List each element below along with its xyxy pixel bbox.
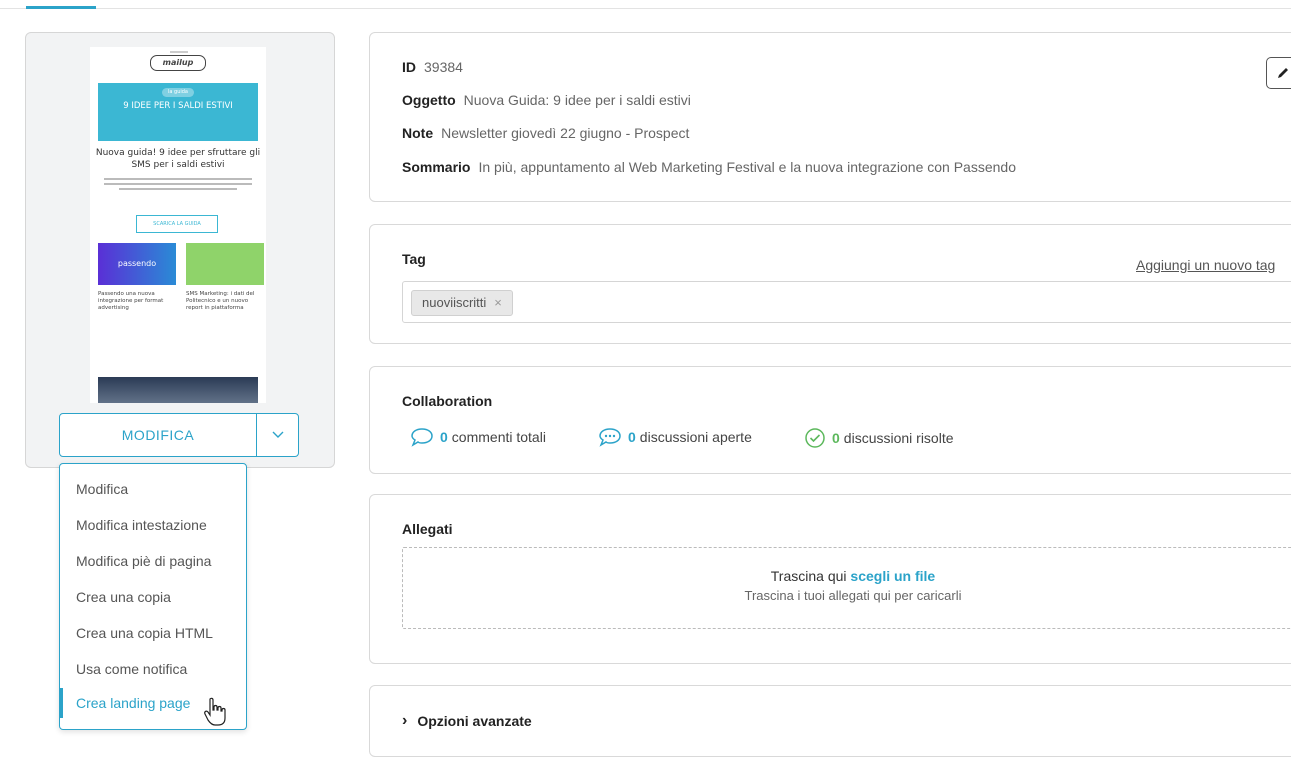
banner-pill: la guida (162, 88, 194, 97)
resolved-discussions-count: 0 (832, 430, 840, 446)
edit-button[interactable] (1266, 57, 1291, 89)
tag-chip: nuoviiscritti × (411, 290, 513, 316)
remove-tag-icon[interactable]: × (494, 291, 502, 315)
open-discussions-count: 0 (628, 429, 636, 445)
modifica-dropdown-menu: Modifica Modifica intestazione Modifica … (59, 463, 247, 730)
tag-chip-label: nuoviiscritti (422, 295, 487, 310)
newsletter-thumbnail[interactable]: mailup la guida 9 IDEE PER I SALDI ESTIV… (90, 47, 266, 403)
pencil-icon (1278, 68, 1288, 78)
summary-row: Sommario In più, appuntamento al Web Mark… (402, 159, 1016, 175)
id-value: 39384 (424, 59, 463, 75)
active-tab-indicator (26, 6, 96, 9)
advanced-options-label: Opzioni avanzate (417, 713, 532, 729)
modifica-button[interactable]: MODIFICA (60, 414, 256, 456)
note-label: Note (402, 125, 434, 141)
chevron-right-icon: › (402, 712, 408, 729)
menu-item-modifica-pie-di-pagina[interactable]: Modifica piè di pagina (60, 546, 246, 576)
subject-label: Oggetto (402, 92, 456, 108)
banner-title: 9 IDEE PER I SALDI ESTIVI (123, 101, 233, 111)
open-discussions-stat[interactable]: 0 discussioni aperte (598, 427, 752, 447)
dropzone-hint: Trascina i tuoi allegati qui per caricar… (744, 588, 962, 603)
mailup-logo: mailup (150, 55, 206, 71)
menu-item-modifica-intestazione[interactable]: Modifica intestazione (60, 510, 246, 540)
discussion-icon (599, 428, 621, 447)
note-value: Newsletter giovedì 22 giugno - Prospect (441, 125, 690, 141)
id-label: ID (402, 59, 416, 75)
menu-item-usa-come-notifica[interactable]: Usa come notifica (60, 654, 246, 684)
subject-row: Oggetto Nuova Guida: 9 idee per i saldi e… (402, 92, 691, 108)
comments-label: commenti totali (451, 429, 546, 445)
menu-item-modifica[interactable]: Modifica (60, 474, 246, 504)
preview-photo (98, 377, 258, 403)
preview-cta: SCARICA LA GUIDA (136, 215, 218, 233)
id-row: ID 39384 (402, 59, 463, 75)
note-row: Note Newsletter giovedì 22 giugno - Prosp… (402, 125, 689, 141)
newsletter-preview-card: mailup la guida 9 IDEE PER I SALDI ESTIV… (25, 32, 335, 468)
collaboration-title: Collaboration (402, 393, 493, 409)
modifica-split-button: MODIFICA (59, 413, 299, 457)
tag-card: Tag Aggiungi un nuovo tag nuoviiscritti … (369, 224, 1291, 344)
file-dropzone[interactable]: Trascina qui scegli un file Trascina i t… (402, 547, 1291, 629)
sms-image (186, 243, 264, 285)
dropzone-prefix: Trascina qui (770, 568, 847, 584)
attachments-card: Allegati Trascina qui scegli un file Tra… (369, 494, 1291, 664)
summary-value: In più, appuntamento al Web Marketing Fe… (478, 159, 1016, 175)
preview-banner: la guida 9 IDEE PER I SALDI ESTIVI (98, 83, 258, 141)
comments-count: 0 (440, 429, 448, 445)
modifica-dropdown-toggle[interactable] (256, 414, 298, 456)
preview-col-2: SMS Marketing: i dati del Politecnico e … (186, 291, 255, 311)
chevron-down-icon (272, 431, 283, 438)
resolved-discussions-stat[interactable]: 0 discussioni risolte (804, 427, 954, 449)
advanced-options-card: › Opzioni avanzate (369, 685, 1291, 757)
menu-item-crea-copia-html[interactable]: Crea una copia HTML (60, 618, 246, 648)
collaboration-card: Collaboration 0 commenti totali 0 discus… (369, 366, 1291, 474)
comment-icon (411, 428, 433, 447)
attachments-title: Allegati (402, 521, 453, 537)
preview-headline: Nuova guida! 9 idee per sfruttare gli SM… (95, 148, 261, 170)
tag-input[interactable]: nuoviiscritti × (402, 281, 1291, 323)
scroll-handle (170, 51, 188, 53)
choose-file-link[interactable]: scegli un file (850, 568, 935, 584)
menu-item-crea-copia[interactable]: Crea una copia (60, 582, 246, 612)
add-tag-link[interactable]: Aggiungi un nuovo tag (1136, 257, 1275, 273)
advanced-options-toggle[interactable]: › Opzioni avanzate (402, 712, 532, 730)
top-divider (0, 8, 1291, 9)
hand-cursor-icon (204, 697, 226, 726)
preview-col-1: Passendo una nuova integrazione per form… (98, 291, 164, 311)
check-circle-icon (805, 428, 825, 448)
preview-body-text (104, 175, 252, 215)
open-discussions-label: discussioni aperte (639, 429, 752, 445)
comments-stat[interactable]: 0 commenti totali (410, 427, 546, 447)
dropzone-text: Trascina qui scegli un file (403, 568, 1291, 584)
tag-title: Tag (402, 251, 426, 267)
passendo-image: passendo (98, 243, 176, 285)
message-info-card: ID 39384 Oggetto Nuova Guida: 9 idee per i… (369, 32, 1291, 202)
summary-label: Sommario (402, 159, 471, 175)
subject-value: Nuova Guida: 9 idee per i saldi estivi (463, 92, 691, 108)
resolved-discussions-label: discussioni risolte (843, 430, 954, 446)
